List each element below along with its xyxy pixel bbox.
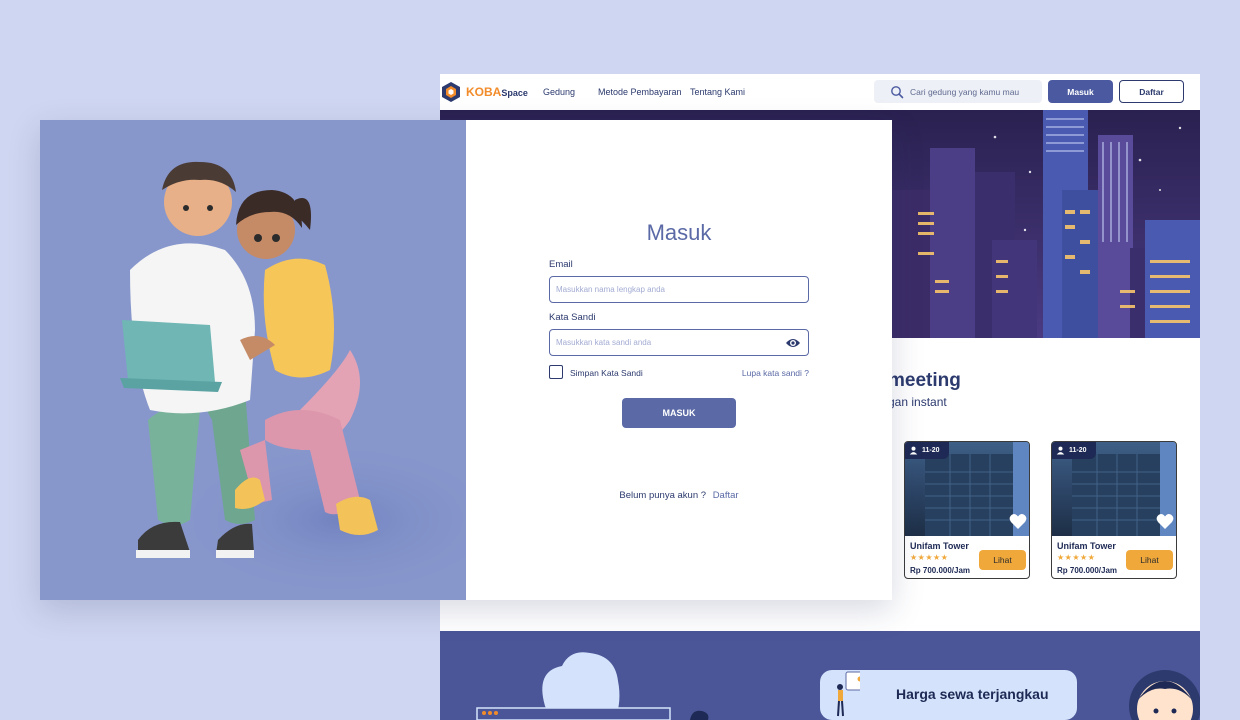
building-card[interactable]: 11-20 Unifam Tower ★★★★★ Rp 700.000/Jam … (1051, 441, 1177, 579)
search-bar[interactable]: Cari gedung yang kamu mau (874, 80, 1042, 103)
building-photo: 11-20 (1052, 442, 1176, 536)
building-name: Unifam Tower (1057, 541, 1116, 551)
brand-name-secondary: Space (501, 88, 528, 98)
login-submit-button[interactable]: MASUK (622, 398, 736, 428)
brand-logo[interactable]: KOBASpace (440, 81, 528, 103)
register-prompt: Belum punya akun ? Daftar (466, 490, 892, 501)
brand-name-primary: KOBA (466, 85, 502, 99)
nav-login-button[interactable]: Masuk (1048, 80, 1113, 103)
forgot-password-link[interactable]: Lupa kata sandi ? (742, 368, 809, 378)
rating-stars: ★★★★★ (1057, 553, 1096, 562)
building-price: Rp 700.000/Jam (910, 566, 971, 575)
feature-label: Harga sewa terjangkau (896, 686, 1049, 702)
login-title: Masuk (646, 220, 712, 245)
capacity-value: 11-20 (922, 447, 940, 454)
heart-icon[interactable] (1156, 513, 1174, 530)
building-price: Rp 700.000/Jam (1057, 566, 1118, 575)
email-label: Email (549, 259, 573, 270)
register-link[interactable]: Daftar (713, 490, 739, 501)
person-icon (1056, 446, 1065, 455)
building-photo: 11-20 (905, 442, 1029, 536)
nav-link-tentang-kami[interactable]: Tentang Kami (690, 87, 745, 97)
features-band: Harga sewa terjangkau (440, 631, 1200, 720)
logo-icon (442, 82, 460, 102)
password-input[interactable] (550, 330, 808, 355)
nav-link-metode-pembayaran[interactable]: Metode Pembayaran (598, 87, 682, 97)
no-account-text: Belum punya akun ? (619, 490, 707, 501)
capacity-badge: 11-20 (905, 442, 949, 459)
remember-label: Simpan Kata Sandi (570, 368, 643, 378)
email-field[interactable] (549, 276, 809, 303)
login-modal: Masuk Email Kata Sandi Simpan Kata Sandi… (40, 120, 892, 600)
nav-link-gedung[interactable]: Gedung (543, 87, 575, 97)
building-name: Unifam Tower (910, 541, 969, 551)
section-subtitle: gan instant (888, 395, 947, 409)
password-label: Kata Sandi (549, 312, 596, 323)
nav-register-button[interactable]: Daftar (1119, 80, 1184, 103)
capacity-value: 11-20 (1069, 447, 1087, 454)
search-icon (891, 85, 904, 98)
capacity-badge: 11-20 (1052, 442, 1096, 459)
couple-illustration-graphic (120, 161, 466, 600)
section-title: meeting (888, 370, 961, 391)
eye-icon[interactable] (785, 337, 801, 349)
remember-checkbox[interactable] (549, 365, 563, 379)
brand-name: KOBASpace (466, 85, 528, 99)
view-building-button[interactable]: Lihat (1126, 550, 1173, 570)
rating-stars: ★★★★★ (910, 553, 949, 562)
search-placeholder: Cari gedung yang kamu mau (910, 86, 1020, 97)
login-form: Masuk Email Kata Sandi Simpan Kata Sandi… (466, 120, 892, 600)
building-card[interactable]: 11-20 Unifam Tower ★★★★★ Rp 700.000/Jam … (904, 441, 1030, 579)
top-navbar: KOBASpace Gedung Metode Pembayaran Tenta… (440, 74, 1200, 110)
heart-icon[interactable] (1009, 513, 1027, 530)
person-icon (909, 446, 918, 455)
view-building-button[interactable]: Lihat (979, 550, 1026, 570)
presenter-illustration (837, 671, 877, 717)
email-input[interactable] (550, 277, 808, 302)
password-field[interactable] (549, 329, 809, 356)
couple-laptop-illustration (40, 120, 466, 600)
